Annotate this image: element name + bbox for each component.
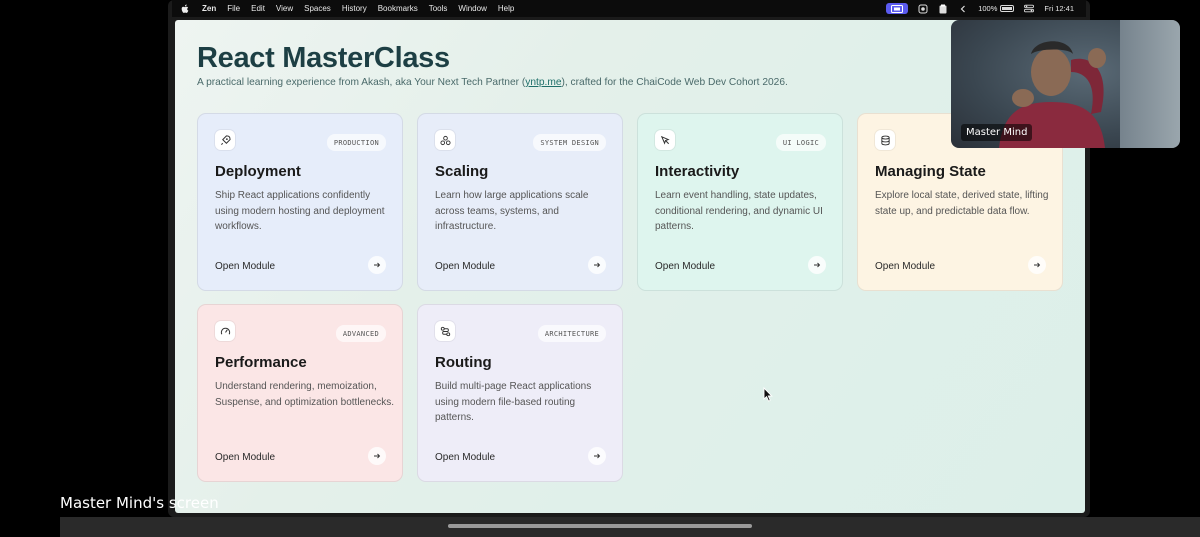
card-tag: ARCHITECTURE — [537, 325, 606, 342]
card-description: Explore local state, derived state, lift… — [875, 190, 1049, 217]
card-title: Managing State — [875, 163, 986, 180]
menu-clock[interactable]: Fri 12:41 — [1044, 4, 1074, 13]
open-module-link[interactable]: Open Module — [655, 261, 715, 272]
menu-history[interactable]: History — [342, 4, 367, 13]
menu-edit[interactable]: Edit — [251, 4, 265, 13]
arrow-right-icon[interactable] — [1028, 256, 1046, 274]
menu-file[interactable]: File — [227, 4, 240, 13]
apple-icon[interactable] — [180, 4, 190, 14]
card-description: Learn event handling, state updates, con… — [655, 190, 823, 233]
open-module-link[interactable]: Open Module — [435, 452, 495, 463]
menu-spaces[interactable]: Spaces — [304, 4, 331, 13]
arrow-right-icon[interactable] — [588, 256, 606, 274]
card-title: Routing — [435, 354, 492, 371]
card-description: Ship React applications confidently usin… — [215, 190, 385, 233]
card-tag: PRODUCTION — [326, 134, 386, 151]
module-card-interactivity[interactable]: UI LOGIC Interactivity Learn event handl… — [637, 113, 843, 291]
card-description: Learn how large applications scale acros… — [435, 190, 589, 233]
database-icon — [875, 130, 895, 150]
card-title: Performance — [215, 354, 307, 371]
browser-content: React MasterClass A practical learning e… — [175, 20, 1085, 513]
card-description: Build multi-page React applications usin… — [435, 381, 592, 424]
menu-window[interactable]: Window — [458, 4, 486, 13]
control-center-icon[interactable] — [1024, 4, 1035, 14]
mouse-cursor-icon — [763, 387, 773, 402]
module-card-routing[interactable]: ARCHITECTURE Routing Build multi-page Re… — [417, 304, 623, 482]
menu-items: Zen File Edit View Spaces History Bookma… — [202, 4, 514, 13]
screen-share-caption: Master Mind's screen — [60, 494, 219, 512]
open-module-link[interactable]: Open Module — [875, 261, 935, 272]
card-tag: SYSTEM DESIGN — [533, 134, 606, 151]
module-card-performance[interactable]: ADVANCED Performance Understand renderin… — [197, 304, 403, 482]
participant-video-tile[interactable]: Master Mind — [951, 20, 1180, 148]
battery-status[interactable]: 100% — [978, 4, 1015, 13]
page-title: React MasterClass — [197, 42, 450, 74]
menu-help[interactable]: Help — [498, 4, 514, 13]
chevron-left-icon[interactable] — [958, 4, 968, 14]
module-card-scaling[interactable]: SYSTEM DESIGN Scaling Learn how large ap… — [417, 113, 623, 291]
menu-view[interactable]: View — [276, 4, 293, 13]
screen-share-icon[interactable] — [886, 3, 909, 14]
menu-bookmarks[interactable]: Bookmarks — [378, 4, 418, 13]
arrow-right-icon[interactable] — [588, 447, 606, 465]
arrow-right-icon[interactable] — [808, 256, 826, 274]
subtitle-text-end: ), crafted for the ChaiCode Web Dev Coho… — [561, 77, 788, 88]
network-icon — [435, 130, 455, 150]
open-module-link[interactable]: Open Module — [215, 261, 275, 272]
battery-percent: 100% — [978, 4, 998, 13]
arrow-right-icon[interactable] — [368, 256, 386, 274]
card-title: Deployment — [215, 163, 301, 180]
menu-status-area: 100% Fri 12:41 — [886, 0, 1074, 17]
open-module-link[interactable]: Open Module — [435, 261, 495, 272]
subtitle-text-start: A practical learning experience from Aka… — [197, 77, 526, 88]
card-description: Understand rendering, memoization, Suspe… — [215, 381, 394, 408]
card-title: Interactivity — [655, 163, 740, 180]
pointer-icon — [655, 130, 675, 150]
menu-app-name[interactable]: Zen — [202, 4, 216, 13]
page-subtitle: A practical learning experience from Aka… — [197, 77, 788, 88]
window-icon[interactable] — [918, 4, 928, 14]
open-module-link[interactable]: Open Module — [215, 452, 275, 463]
bottom-bar — [60, 517, 1200, 537]
rocket-icon — [215, 130, 235, 150]
yntp-link[interactable]: yntp.me — [525, 77, 561, 88]
menu-bar: Zen File Edit View Spaces History Bookma… — [172, 0, 1086, 17]
menu-tools[interactable]: Tools — [429, 4, 448, 13]
card-tag: UI LOGIC — [775, 134, 826, 151]
card-title: Scaling — [435, 163, 489, 180]
participant-name-label: Master Mind — [961, 124, 1033, 141]
arrow-right-icon[interactable] — [368, 447, 386, 465]
gauge-icon — [215, 321, 235, 341]
battery-icon — [1000, 5, 1015, 12]
card-tag: ADVANCED — [335, 325, 386, 342]
route-icon — [435, 321, 455, 341]
module-card-deployment[interactable]: PRODUCTION Deployment Ship React applica… — [197, 113, 403, 291]
clipboard-icon[interactable] — [938, 4, 948, 14]
home-indicator[interactable] — [448, 524, 752, 528]
